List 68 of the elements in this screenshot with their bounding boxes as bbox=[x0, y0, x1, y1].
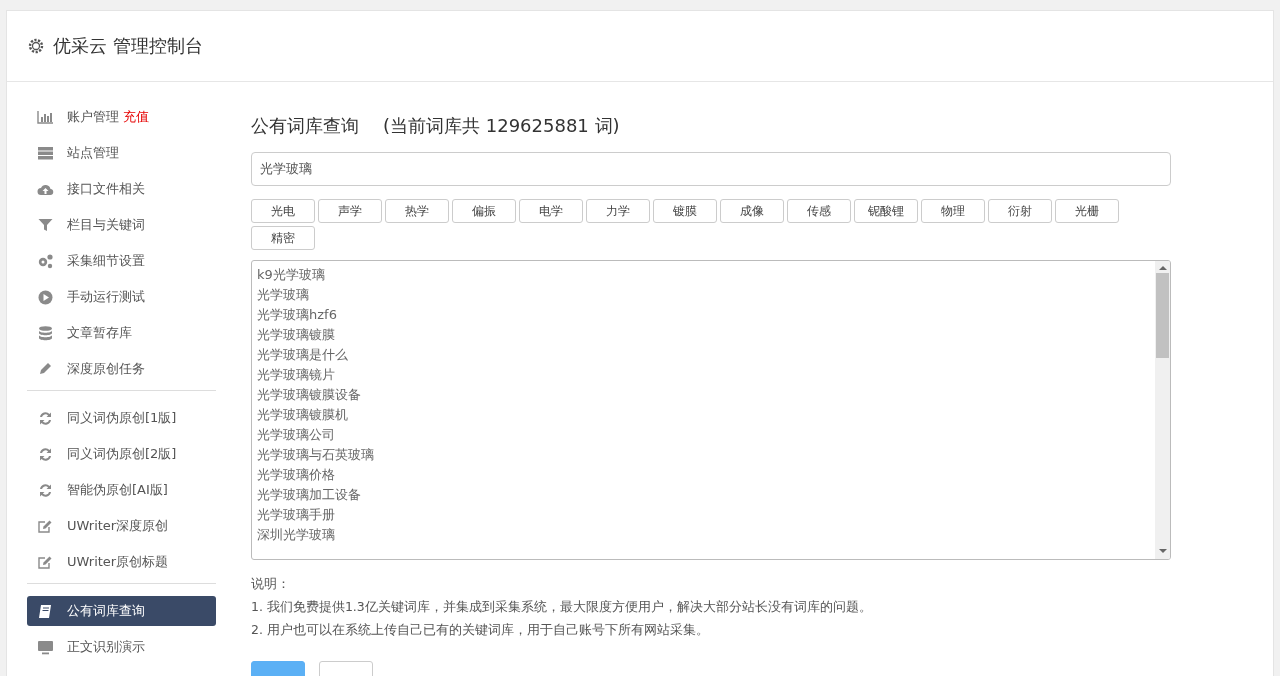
result-option[interactable]: 光学玻璃公司 bbox=[257, 425, 1150, 445]
scrollbar[interactable] bbox=[1155, 261, 1170, 559]
result-option[interactable]: 光学玻璃是什么 bbox=[257, 345, 1150, 365]
sidebar-item[interactable]: 文章暂存库 bbox=[27, 318, 216, 348]
result-option[interactable]: 光学玻璃手册 bbox=[257, 505, 1150, 525]
gears-icon bbox=[37, 252, 54, 270]
sidebar-item[interactable]: 深度原创任务 bbox=[27, 354, 216, 384]
sidebar-item[interactable]: 公有词库查询 bbox=[27, 596, 216, 626]
result-option[interactable]: 光学玻璃加工设备 bbox=[257, 485, 1150, 505]
result-option[interactable]: 光学玻璃镜片 bbox=[257, 365, 1150, 385]
results-listbox[interactable]: k9光学玻璃 光学玻璃 光学玻璃hzf6 光学玻璃镀膜 光学玻璃是什么 光学玻璃镜片 光学玻璃镀膜设备 光学玻璃镀膜机 光学玻璃公司 光学玻璃与石英玻璃 光学玻璃价格 光学玻璃加工设备 光学玻璃手册 深圳光学玻璃 bbox=[251, 260, 1171, 560]
keyword-tag[interactable]: 镀膜 bbox=[653, 199, 717, 223]
sidebar-item[interactable]: 手动运行测试 bbox=[27, 282, 216, 312]
console-title: 优采云 管理控制台 bbox=[53, 34, 203, 58]
sidebar-item[interactable]: 栏目与关键词 bbox=[27, 210, 216, 240]
down-arrow-icon[interactable] bbox=[1158, 548, 1167, 554]
result-option[interactable]: k9光学玻璃 bbox=[257, 265, 1150, 285]
keyword-tag[interactable]: 精密 bbox=[251, 226, 315, 250]
sync-icon bbox=[37, 409, 54, 427]
scrollbar-thumb[interactable] bbox=[1156, 273, 1169, 358]
keyword-tag[interactable]: 声学 bbox=[318, 199, 382, 223]
page-title: 公有词库查询 bbox=[251, 114, 359, 138]
play-circle-icon bbox=[37, 288, 54, 306]
result-option[interactable]: 光学玻璃价格 bbox=[257, 465, 1150, 485]
note-text: 2. 用户也可以在系统上传自己已有的关键词库，用于自己账号下所有网站采集。 bbox=[251, 621, 710, 639]
up-arrow-icon[interactable] bbox=[1158, 265, 1167, 271]
sidebar-item[interactable]: UWriter深度原创 bbox=[27, 511, 216, 541]
keyword-tag[interactable]: 衍射 bbox=[988, 199, 1052, 223]
result-option[interactable]: 光学玻璃与石英玻璃 bbox=[257, 445, 1150, 465]
result-option[interactable]: 光学玻璃hzf6 bbox=[257, 305, 1150, 325]
keyword-tag[interactable]: 传感 bbox=[787, 199, 851, 223]
sidebar-item[interactable]: 站点管理 bbox=[27, 138, 216, 168]
search-field[interactable]: 光学玻璃 bbox=[251, 152, 1171, 186]
note-text: 1. 我们免费提供1.3亿关键词库，并集成到采集系统，最大限度方便用户，解决大部分站长没有词库的问题。 bbox=[251, 598, 873, 616]
keyword-tag[interactable]: 光电 bbox=[251, 199, 315, 223]
keyword-tag[interactable]: 力学 bbox=[586, 199, 650, 223]
result-option[interactable]: 深圳光学玻璃 bbox=[257, 525, 1150, 545]
keyword-tag[interactable]: 热学 bbox=[385, 199, 449, 223]
sidebar-item[interactable]: 正文识别演示 bbox=[27, 632, 216, 662]
sidebar-item[interactable]: 智能伪原创[AI版] bbox=[27, 475, 216, 505]
result-option[interactable]: 光学玻璃 bbox=[257, 285, 1150, 305]
recharge-link[interactable]: 充值 bbox=[123, 108, 149, 126]
word-count-note: (当前词库共 129625881 词) bbox=[383, 114, 620, 138]
sidebar-item[interactable]: UWriter原创标题 bbox=[27, 547, 216, 577]
filter-icon bbox=[37, 216, 54, 234]
sidebar-item[interactable]: 账户管理 充值 bbox=[27, 102, 216, 132]
bar-chart-icon bbox=[37, 108, 54, 126]
result-option[interactable]: 光学玻璃镀膜 bbox=[257, 325, 1150, 345]
sync-icon bbox=[37, 445, 54, 463]
keyword-tag[interactable]: 物理 bbox=[921, 199, 985, 223]
settings-icon bbox=[27, 37, 45, 55]
result-option[interactable]: 光学玻璃镀膜设备 bbox=[257, 385, 1150, 405]
sidebar-item[interactable]: 接口文件相关 bbox=[27, 174, 216, 204]
sidebar-item[interactable]: 同义词伪原创[1版] bbox=[27, 403, 216, 433]
database-icon bbox=[37, 324, 54, 342]
notes-heading: 说明： bbox=[251, 575, 291, 593]
sidebar-item[interactable]: 同义词伪原创[2版] bbox=[27, 439, 216, 469]
keyword-tag[interactable]: 偏振 bbox=[452, 199, 516, 223]
keyword-tag[interactable]: 铌酸锂 bbox=[854, 199, 918, 223]
sidebar-item[interactable]: 采集细节设置 bbox=[27, 246, 216, 276]
monitor-icon bbox=[37, 638, 54, 656]
result-option[interactable]: 光学玻璃镀膜机 bbox=[257, 405, 1150, 425]
book-icon bbox=[37, 602, 54, 620]
sync-icon bbox=[37, 481, 54, 499]
server-icon bbox=[37, 144, 54, 162]
keyword-tag[interactable]: 电学 bbox=[519, 199, 583, 223]
keyword-tag[interactable]: 光栅 bbox=[1055, 199, 1119, 223]
keyword-tag[interactable]: 成像 bbox=[720, 199, 784, 223]
